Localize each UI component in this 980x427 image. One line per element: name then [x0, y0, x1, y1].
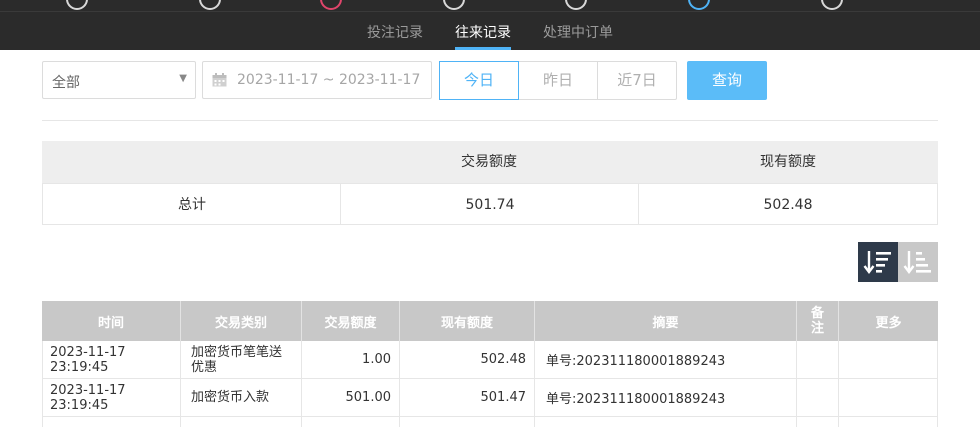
summary-current-amount: 502.48	[763, 197, 813, 213]
calendar-icon	[212, 73, 227, 87]
cell-type: 加密货币笔笔送优惠	[181, 341, 302, 378]
summary-header-blank	[42, 141, 340, 183]
type-select[interactable]: 全部 ▼	[42, 61, 196, 99]
cell-time	[42, 417, 181, 427]
cell-time: 2023-11-17 23:19:45	[42, 379, 181, 416]
cell-time: 2023-11-17 23:19:45	[42, 341, 181, 378]
summary-total-row: 总计 501.74 502.48	[42, 183, 938, 225]
table-header: 时间 交易类别 交易额度 现有额度 摘要 备注 更多	[42, 301, 938, 341]
cell-summary: 单号:202311180001889243	[535, 341, 797, 378]
column-header-amount: 交易额度	[302, 301, 400, 341]
column-header-balance: 现有额度	[400, 301, 535, 341]
nav-circle-icon[interactable]	[320, 0, 342, 10]
nav-circle-icon[interactable]	[66, 0, 88, 10]
nav-circle-icon[interactable]	[688, 0, 710, 10]
summary-header-current-amount: 现有额度	[760, 154, 816, 170]
column-header-time: 时间	[42, 301, 181, 341]
sort-ascending-icon	[903, 251, 931, 274]
active-tab-underline	[455, 47, 511, 50]
cell-amount: 501.00	[302, 379, 400, 416]
date-range-input[interactable]: 2023-11-17 ~ 2023-11-17	[202, 61, 432, 99]
cell-amount: 1.00	[302, 341, 400, 378]
cell-balance: 501.47	[400, 379, 535, 416]
nav-circle-icon[interactable]	[821, 0, 843, 10]
query-button[interactable]: 查询	[687, 61, 767, 100]
cell-note	[797, 417, 839, 427]
summary-header-trade-amount: 交易额度	[461, 154, 517, 170]
cell-balance	[400, 417, 535, 427]
column-header-more: 更多	[875, 315, 902, 331]
nav-circle-icon[interactable]	[443, 0, 465, 10]
table-row: 2023-11-17 23:19:45 加密货币入款 501.00 501.47…	[42, 379, 938, 417]
summary-total-label: 总计	[178, 197, 206, 213]
sort-descending-button[interactable]	[858, 242, 898, 282]
yesterday-button[interactable]: 昨日	[518, 61, 598, 100]
quick-date-group: 今日 昨日 近7日	[439, 61, 677, 100]
last-7-days-button[interactable]: 近7日	[597, 61, 677, 100]
column-header-note: 备注	[797, 301, 839, 341]
cell-more[interactable]	[839, 341, 938, 378]
summary-trade-amount: 501.74	[465, 197, 515, 213]
cell-amount	[302, 417, 400, 427]
nav-circle-icon[interactable]	[565, 0, 587, 10]
cell-more[interactable]	[839, 379, 938, 416]
type-select-value: 全部	[52, 75, 80, 91]
cell-note	[797, 341, 839, 378]
cell-more	[839, 417, 938, 427]
cell-note	[797, 379, 839, 416]
nav-divider	[0, 11, 980, 12]
table-row	[42, 417, 938, 427]
section-divider	[42, 120, 938, 121]
cell-summary	[535, 417, 797, 427]
table-row: 2023-11-17 23:19:45 加密货币笔笔送优惠 1.00 502.4…	[42, 341, 938, 379]
tab-bet-records[interactable]: 投注记录	[367, 22, 423, 42]
cell-type	[181, 417, 302, 427]
column-header-summary: 摘要	[535, 301, 797, 341]
nav-circle-icon[interactable]	[199, 0, 221, 10]
today-button[interactable]: 今日	[439, 61, 519, 100]
cell-balance: 502.48	[400, 341, 535, 378]
triangle-down-icon: ▼	[179, 73, 187, 84]
tab-pending-orders[interactable]: 处理中订单	[543, 22, 613, 42]
summary-header: 交易额度 现有额度	[42, 141, 938, 183]
cell-type: 加密货币入款	[181, 379, 302, 416]
cell-summary: 单号:202311180001889243	[535, 379, 797, 416]
tab-transaction-records[interactable]: 往来记录	[455, 22, 511, 42]
top-nav-bar: 投注记录 往来记录 处理中订单	[0, 0, 980, 50]
column-header-type: 交易类别	[181, 301, 302, 341]
sort-ascending-button[interactable]	[898, 242, 938, 282]
date-range-value: 2023-11-17 ~ 2023-11-17	[237, 72, 421, 88]
sort-descending-icon	[863, 251, 891, 274]
